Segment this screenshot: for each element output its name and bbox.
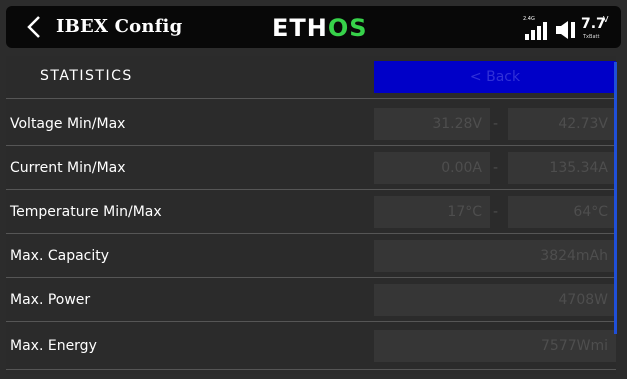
row-energy: Max. Energy 7577Wmi — [6, 325, 616, 367]
divider — [6, 145, 616, 146]
screen: IBEX Config ETHOS 2.4G 7.7 V TxBatt STAT… — [0, 0, 627, 379]
row-label: Max. Capacity — [10, 248, 110, 264]
title-bar: IBEX Config ETHOS 2.4G 7.7 V TxBatt — [6, 6, 621, 48]
range-separator: - — [493, 160, 499, 176]
divider — [6, 321, 616, 322]
page-title: IBEX Config — [56, 16, 183, 37]
status-area: 2.4G 7.7 V TxBatt — [521, 14, 611, 42]
energy-field: 7577Wmi — [374, 330, 616, 362]
logo-eth: ETH — [272, 14, 328, 42]
scrollbar[interactable] — [614, 62, 617, 334]
temperature-min-field: 17°C — [374, 196, 490, 228]
temperature-max-field: 64°C — [508, 196, 616, 228]
row-power: Max. Power 4708W — [6, 279, 616, 321]
back-button[interactable]: < Back — [374, 61, 616, 93]
section-header: STATISTICS < Back — [6, 56, 616, 98]
speaker-icon — [556, 21, 575, 39]
logo-os: OS — [327, 14, 368, 42]
range-separator: - — [493, 204, 499, 220]
divider — [6, 277, 616, 278]
ethos-logo: ETHOS — [272, 15, 368, 41]
row-label: Temperature Min/Max — [10, 204, 162, 220]
battery-label: TxBatt — [583, 34, 600, 40]
signal-strength-icon — [525, 22, 547, 40]
current-min-field: 0.00A — [374, 152, 490, 184]
divider — [6, 369, 616, 370]
row-capacity: Max. Capacity 3824mAh — [6, 235, 616, 277]
back-button-label: < Back — [469, 69, 521, 85]
row-label: Voltage Min/Max — [10, 116, 126, 132]
divider — [6, 189, 616, 190]
section-title: STATISTICS — [40, 68, 133, 84]
row-label: Max. Energy — [10, 338, 97, 354]
content-area: STATISTICS < Back Voltage Min/Max 31.28V… — [6, 56, 616, 374]
voltage-min-field: 31.28V — [374, 108, 490, 140]
divider — [6, 233, 616, 234]
divider — [6, 98, 616, 99]
power-field: 4708W — [374, 284, 616, 316]
range-separator: - — [493, 116, 499, 132]
current-max-field: 135.34A — [508, 152, 616, 184]
chevron-left-icon[interactable] — [24, 14, 46, 40]
battery-unit: V — [603, 15, 609, 24]
row-current: Current Min/Max 0.00A - 135.34A — [6, 147, 616, 189]
voltage-max-field: 42.73V — [508, 108, 616, 140]
capacity-field: 3824mAh — [374, 240, 616, 272]
row-label: Current Min/Max — [10, 160, 126, 176]
row-temperature: Temperature Min/Max 17°C - 64°C — [6, 191, 616, 233]
row-voltage: Voltage Min/Max 31.28V - 42.73V — [6, 103, 616, 145]
row-label: Max. Power — [10, 292, 91, 308]
